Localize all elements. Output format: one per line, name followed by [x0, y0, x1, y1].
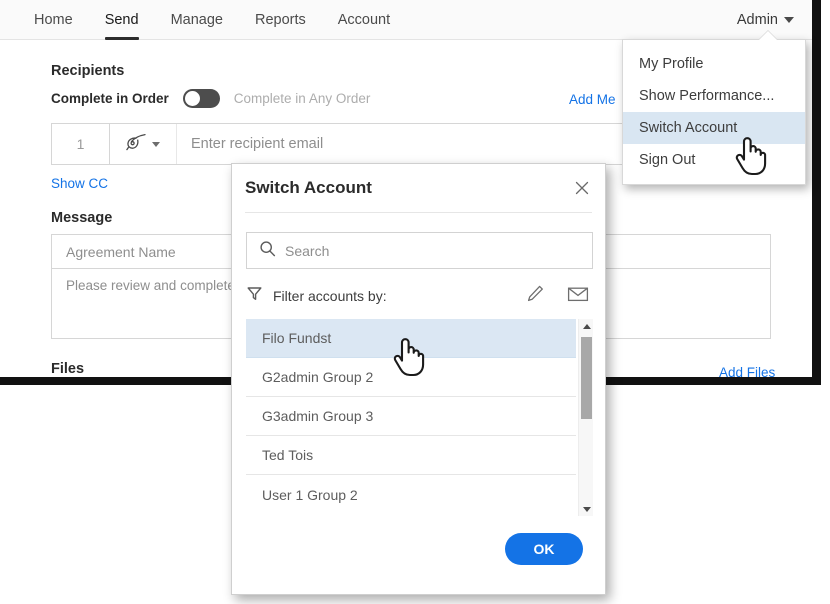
close-icon[interactable]: [572, 178, 592, 198]
dialog-footer: OK: [232, 520, 605, 594]
scrollbar-thumb[interactable]: [581, 337, 592, 419]
list-item[interactable]: Filo Fundst: [246, 319, 576, 358]
account-list: Filo Fundst G2admin Group 2 G3admin Grou…: [246, 319, 593, 516]
recipient-role-selector[interactable]: [110, 124, 177, 164]
recipient-index: 1: [52, 124, 110, 164]
search-placeholder: Search: [285, 242, 330, 259]
screenshot-root: Home Send Manage Reports Account Admin R…: [0, 0, 830, 604]
filter-label: Filter accounts by:: [273, 288, 387, 304]
completion-order-row: Complete in Order Complete in Any Order: [51, 89, 370, 108]
account-list-items: Filo Fundst G2admin Group 2 G3admin Grou…: [246, 319, 576, 514]
menu-item-show-performance[interactable]: Show Performance...: [623, 80, 805, 112]
add-me-link[interactable]: Add Me: [569, 92, 616, 107]
scroll-down-arrow-icon[interactable]: [579, 502, 593, 516]
dialog-header: Switch Account: [245, 164, 592, 213]
files-heading: Files: [51, 361, 85, 377]
nav-item-send[interactable]: Send: [89, 0, 155, 40]
list-item[interactable]: User 1 Group 2: [246, 475, 576, 514]
nav-item-home[interactable]: Home: [18, 0, 89, 40]
toggle-knob: [184, 91, 200, 106]
nav-item-manage[interactable]: Manage: [155, 0, 239, 40]
dialog-title: Switch Account: [245, 178, 372, 197]
search-input[interactable]: Search: [246, 232, 593, 269]
recipients-heading: Recipients: [51, 63, 125, 79]
scroll-up-arrow-icon[interactable]: [579, 319, 593, 333]
message-heading: Message: [51, 210, 113, 226]
list-item[interactable]: G3admin Group 3: [246, 397, 576, 436]
complete-in-any-order-label: Complete in Any Order: [233, 91, 371, 106]
list-item[interactable]: G2admin Group 2: [246, 358, 576, 397]
completion-order-toggle[interactable]: [182, 89, 220, 108]
chevron-down-icon: [152, 141, 160, 147]
top-navigation-bar: Home Send Manage Reports Account Admin: [0, 0, 812, 40]
switch-account-dialog: Switch Account Search Filter accounts by…: [231, 163, 606, 595]
menu-item-switch-account[interactable]: Switch Account: [623, 112, 805, 144]
filter-actions: [526, 284, 593, 308]
complete-in-order-label: Complete in Order: [51, 91, 169, 106]
window-frame-right: [812, 0, 821, 385]
nav-item-account[interactable]: Account: [322, 0, 406, 40]
nav-items: Home Send Manage Reports Account: [18, 0, 406, 40]
menu-item-my-profile[interactable]: My Profile: [623, 48, 805, 80]
show-cc-link[interactable]: Show CC: [51, 176, 108, 191]
pen-nib-icon: [126, 133, 147, 156]
funnel-icon: [246, 285, 263, 307]
menu-item-sign-out[interactable]: Sign Out: [623, 144, 805, 176]
filter-row: Filter accounts by:: [246, 281, 593, 311]
dropdown-arrow: [759, 31, 777, 40]
account-list-scrollbar[interactable]: [578, 319, 593, 516]
pencil-icon[interactable]: [526, 284, 545, 308]
ok-button[interactable]: OK: [505, 533, 583, 565]
list-item[interactable]: Ted Tois: [246, 436, 576, 475]
nav-item-reports[interactable]: Reports: [239, 0, 322, 40]
envelope-icon[interactable]: [567, 285, 589, 308]
chevron-down-icon: [784, 17, 794, 23]
account-dropdown-menu: My Profile Show Performance... Switch Ac…: [622, 31, 806, 185]
search-icon: [259, 240, 276, 262]
